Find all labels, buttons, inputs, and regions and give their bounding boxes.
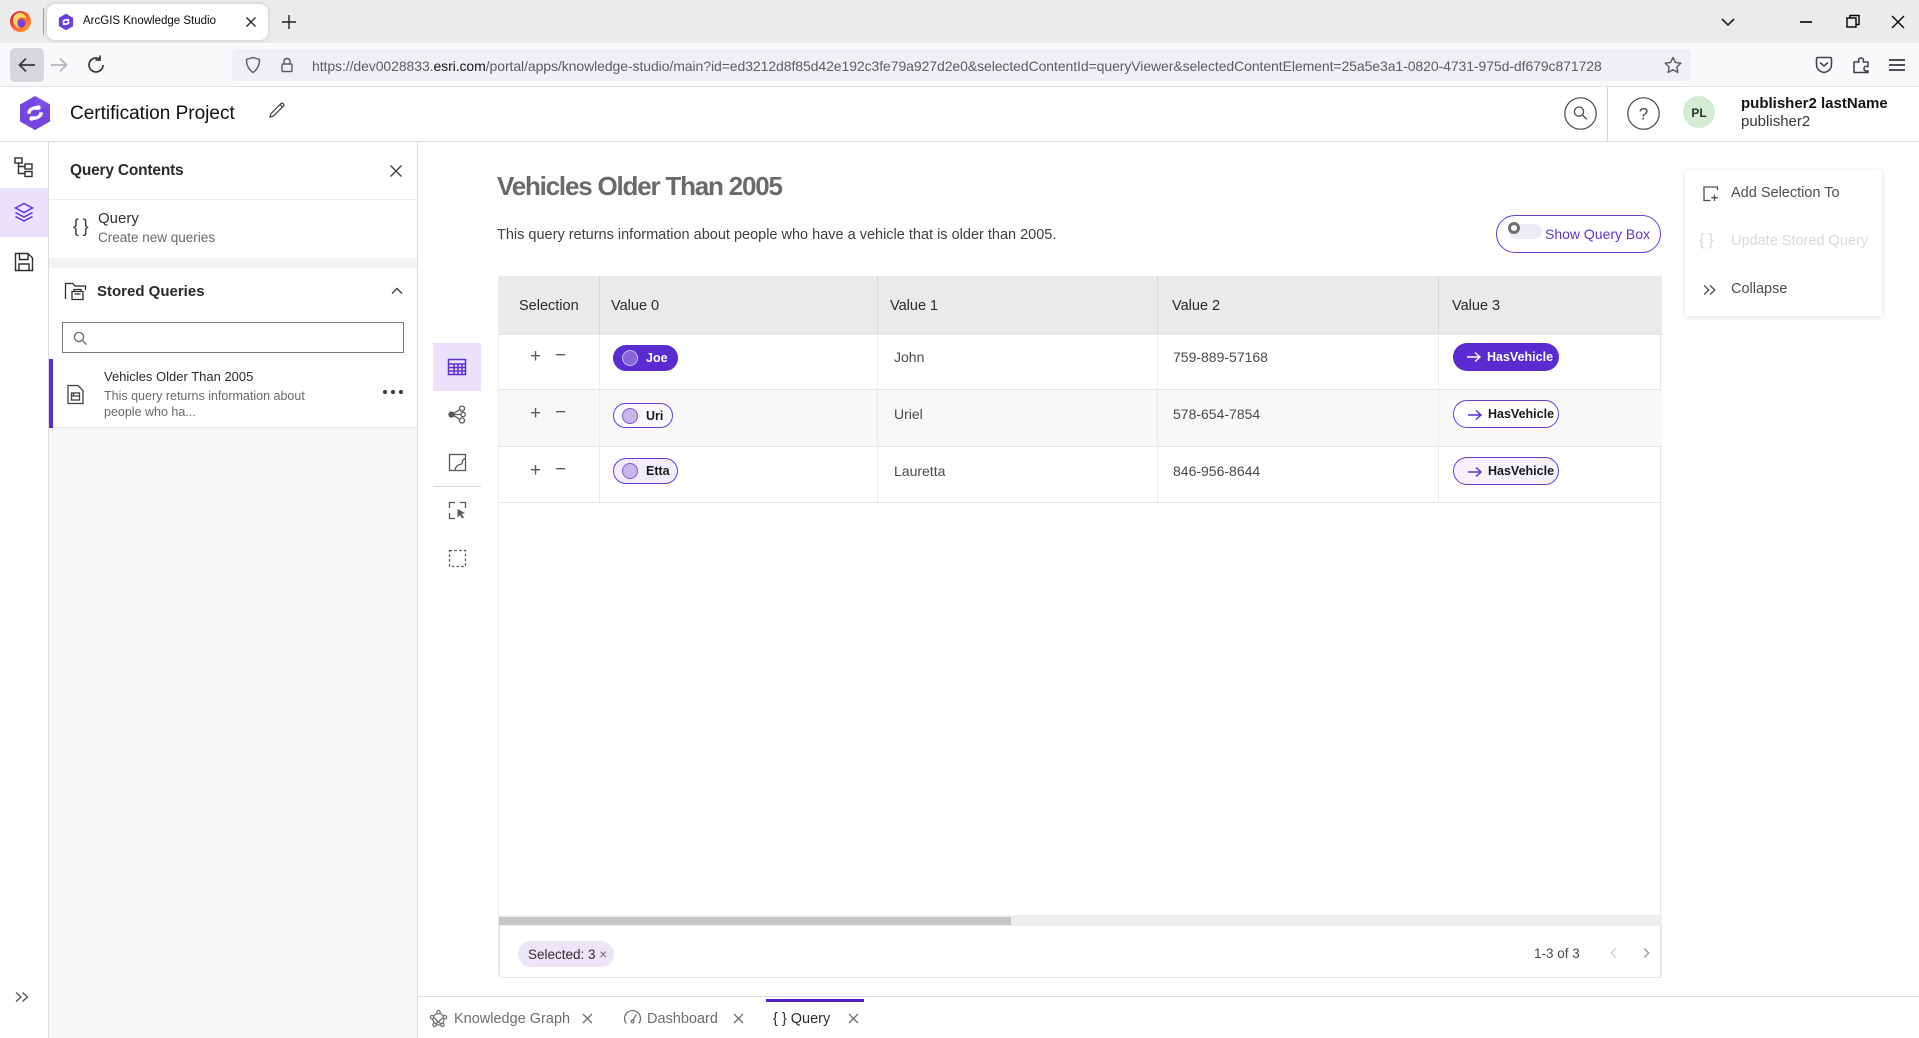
svg-text:?: ?: [1639, 105, 1648, 124]
